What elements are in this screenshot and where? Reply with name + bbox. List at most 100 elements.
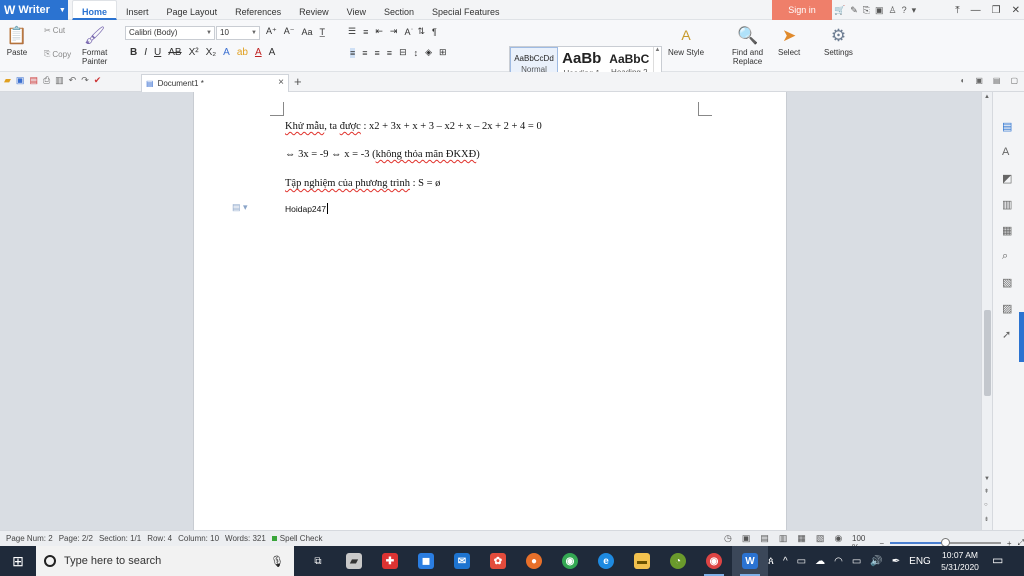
status-row[interactable]: Row: 4 [147,534,172,543]
sort-icon[interactable]: ⇅ [417,26,425,37]
history-icon[interactable]: ◷ [724,533,732,544]
microphone-icon[interactable]: 🎙 [270,555,284,568]
document-page[interactable]: Khử mẫu, ta được : x2 + 3x + x + 3 – x2 … [193,92,787,530]
wifi-icon[interactable]: ◠ [834,556,843,567]
grow-font-icon[interactable]: A⁺ [266,26,277,37]
customize-icon[interactable]: ✔ [94,75,102,86]
layout-icon[interactable]: ▣ [975,76,983,85]
align-left-icon[interactable]: ≡ [350,47,356,58]
chevron-up-icon[interactable]: ^ [783,556,788,567]
find-replace-button[interactable]: 🔍 Find and Replace [732,24,763,67]
mail-icon[interactable]: ✉ [444,546,480,576]
browse-object-icon[interactable]: ○ [984,502,988,508]
help-icon[interactable]: ? [902,5,907,15]
window-icon[interactable]: ▤ [993,76,1001,85]
increase-indent-icon[interactable]: ⇥ [390,26,398,37]
font-size-select[interactable]: 10 ▼ [216,26,260,40]
share-panel-icon[interactable]: ▨ [1002,302,1012,315]
scroll-thumb[interactable] [984,310,991,396]
vertical-scrollbar[interactable]: ▲ ▼ ⇞ ○ ⇟ [981,92,992,530]
photo-app-icon[interactable]: ✿ [480,546,516,576]
language-indicator[interactable]: ENG [909,556,931,567]
align-right-icon[interactable]: ≡ [375,48,380,58]
bullets-icon[interactable]: ☰ [348,26,356,37]
share-icon[interactable]: ⎘ [863,5,870,16]
taskbar-search-box[interactable]: Type here to search 🎙 [36,546,294,576]
select-panel-icon[interactable]: ◩ [1002,172,1012,185]
gift-app-icon[interactable]: ✚ [372,546,408,576]
status-page-num[interactable]: Page Num: 2 [6,534,53,543]
new-tab-button[interactable]: + [294,74,302,89]
cut-button[interactable]: ✂ Cut [44,26,65,35]
user-icon[interactable]: ጰ [768,556,774,567]
paragraph-1[interactable]: Khử mẫu, ta được : x2 + 3x + x + 3 – x2 … [285,121,542,132]
close-tab-icon[interactable]: × [278,77,284,88]
new-style-button[interactable]: A New Style [668,24,704,58]
backup-panel-icon[interactable]: ▧ [1002,276,1012,289]
pin-icon[interactable]: ⤒ [955,5,959,16]
settings-button[interactable]: ⚙ Settings [824,24,853,58]
status-section[interactable]: Section: 1/1 [99,534,141,543]
property-panel-icon[interactable]: ▥ [1002,198,1012,211]
borders-icon[interactable]: ⊞ [439,47,447,58]
chrome-icon[interactable]: ◉ [552,546,588,576]
review-icon[interactable]: ◐ [960,76,965,85]
minimize-icon[interactable]: — [971,5,981,16]
print-layout-icon[interactable]: ▣ [742,533,751,544]
spell-check-toggle[interactable]: Spell Check [271,534,322,543]
shrink-font-icon[interactable]: A⁻ [284,26,295,37]
firefox-icon[interactable]: ● [516,546,552,576]
underline-icon[interactable]: U [154,47,161,58]
justify-icon[interactable]: ≡ [387,48,392,58]
font-name-select[interactable]: Calibri (Body) ▼ [125,26,215,40]
paragraph-menu-icon[interactable]: ▤ ▾ [232,202,248,213]
search-panel-icon[interactable]: ⌕ [1002,250,1008,263]
web-layout-icon[interactable]: ▥ [779,533,788,544]
taskbar-clock[interactable]: 10:07 AM 5/31/2020 [934,549,986,573]
reading-mode-icon[interactable]: ▧ [816,533,825,544]
show-marks-icon[interactable]: ¶ [432,27,437,37]
cart-icon[interactable]: 🛒 [834,5,845,16]
style-panel-icon[interactable]: A [1002,146,1009,158]
pen-icon[interactable]: ✒ [892,556,900,567]
print-icon[interactable]: ⎙ [43,75,50,86]
format-painter-button[interactable]: 🖌 Format Painter [82,24,107,67]
tab-review[interactable]: Review [290,0,338,20]
sign-in-button[interactable]: Sign in [772,0,832,20]
print-preview-icon[interactable]: ▥ [55,75,64,86]
tab-insert[interactable]: Insert [117,0,158,20]
tab-page-layout[interactable]: Page Layout [158,0,227,20]
tab-special-features[interactable]: Special Features [423,0,509,20]
paragraph-2[interactable]: ⇔ 3x = -9 ⇔ x = -3 (không thỏa mãn ĐKXĐ) [285,149,480,160]
scroll-up-icon[interactable]: ▲ [984,94,990,100]
eye-protection-icon[interactable]: ◉ [834,533,842,544]
shading-icon[interactable]: ◈ [425,47,432,58]
superscript-icon[interactable]: X² [189,47,199,58]
navigation-panel-icon[interactable]: ▦ [1002,224,1012,237]
notification-icon[interactable]: ▭ [992,553,1003,567]
more-icon[interactable]: ▾ [912,5,917,16]
select-button[interactable]: ➤ Select [778,24,800,58]
document-tab[interactable]: ▤ Document1 * × [141,74,289,92]
char-shading-icon[interactable]: A [269,47,276,58]
scroll-down-icon[interactable]: ▼ [984,476,990,482]
save-icon[interactable]: ▣ [16,75,25,86]
windows-start-icon[interactable]: ⊞ [0,546,36,576]
app-menu-button[interactable]: W Writer ▼ [0,0,68,20]
tab-view[interactable]: View [338,0,375,20]
font-color-icon[interactable]: A [255,47,262,58]
open-icon[interactable]: ▰ [4,75,11,86]
cloud-icon[interactable]: ☁ [815,556,825,567]
file-explorer-icon[interactable]: ▬ [624,546,660,576]
change-case-icon[interactable]: Aa [302,27,313,37]
clear-format-icon[interactable]: T̲ [320,27,326,37]
distributed-icon[interactable]: ⊟ [399,47,407,58]
status-column[interactable]: Column: 10 [178,534,219,543]
paragraph-3[interactable]: Tập nghiệm của phương trình : S = ø [285,178,440,189]
document-panel-icon[interactable]: ▤ [1002,120,1012,133]
send-panel-icon[interactable]: ➚ [1002,328,1011,341]
redo-icon[interactable]: ↷ [81,75,89,86]
wps-writer-taskbar-icon[interactable]: W [732,546,768,576]
tab-home[interactable]: Home [72,0,118,20]
status-page[interactable]: Page: 2/2 [59,534,93,543]
